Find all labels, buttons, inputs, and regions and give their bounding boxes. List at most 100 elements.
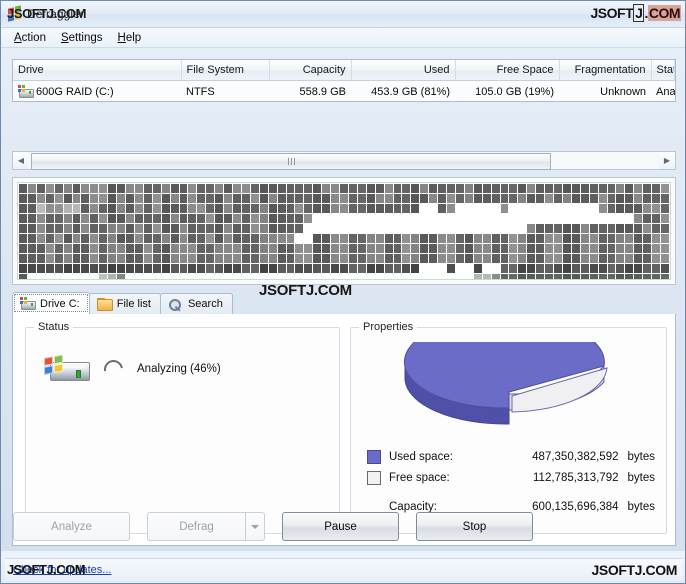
drive-map-block	[152, 244, 161, 253]
drive-map-block	[143, 274, 152, 279]
drive-map-block	[224, 234, 233, 243]
column-header-status[interactable]: Status	[651, 60, 675, 81]
drive-map-block	[482, 184, 491, 193]
drive-map-block	[126, 234, 134, 243]
drive-map-block	[90, 224, 99, 233]
drive-map-block	[438, 204, 447, 213]
legend-label-capacity: Capacity:	[389, 500, 437, 513]
drive-map-block	[250, 254, 259, 263]
drive-map-block	[259, 244, 268, 253]
drive-map-block	[188, 204, 197, 213]
drive-map-block	[545, 244, 554, 253]
drive-map-block	[634, 274, 643, 279]
drive-map-block	[241, 204, 250, 213]
drive-map-block	[117, 204, 125, 213]
drive-map-block	[536, 234, 545, 243]
drive-map-block	[340, 254, 348, 263]
drive-map-block	[72, 234, 81, 243]
drive-map-block	[117, 274, 125, 279]
drive-map-block	[464, 264, 473, 273]
drive-map-block	[268, 234, 277, 243]
drive-map-block	[616, 234, 625, 243]
drive-map-block	[99, 184, 108, 193]
column-header-drive[interactable]: Drive	[13, 60, 182, 81]
drive-map-block	[393, 234, 402, 243]
defrag-split-button[interactable]: Defrag	[147, 512, 265, 541]
drive-map-block	[554, 194, 562, 203]
menu-item-action[interactable]: Action	[7, 30, 54, 46]
check-for-updates-link[interactable]: Check for updates...	[13, 564, 111, 576]
menu-item-help[interactable]: Help	[111, 30, 150, 46]
drive-map-block	[554, 224, 562, 233]
drive-map-block	[188, 264, 197, 273]
drive-map-block	[643, 274, 652, 279]
tab-search[interactable]: Search	[159, 293, 233, 314]
drive-map-block	[589, 184, 598, 193]
column-header-capacity[interactable]: Capacity	[269, 60, 352, 81]
drive-map-block	[545, 274, 554, 279]
drive-list[interactable]: Drive File System Capacity Used Free Spa…	[12, 59, 676, 102]
drive-map-block	[589, 244, 598, 253]
defrag-dropdown-button[interactable]	[245, 512, 265, 541]
drive-map-block	[126, 204, 134, 213]
analyze-button[interactable]: Analyze	[13, 512, 130, 541]
cell-free-space: 105.0 GB (19%)	[455, 80, 559, 101]
drive-map-block	[473, 254, 482, 263]
drive-map-block	[143, 214, 152, 223]
scrollbar-thumb[interactable]	[31, 153, 551, 170]
column-header-used[interactable]: Used	[351, 60, 456, 81]
drive-map-block	[313, 204, 322, 213]
drive-map-block	[286, 204, 295, 213]
drive-map-block	[197, 224, 206, 233]
drive-map-block	[108, 274, 117, 279]
drive-map-block	[366, 264, 375, 273]
drive-map-block	[259, 204, 268, 213]
drive-map-block	[81, 184, 90, 193]
column-header-fragmentation[interactable]: Fragmentation	[559, 60, 652, 81]
drive-map-block	[152, 224, 161, 233]
tab-file-list[interactable]: File list	[88, 293, 161, 314]
drive-map-block	[571, 194, 580, 203]
drive-map-block	[188, 254, 197, 263]
stop-button[interactable]: Stop	[416, 512, 533, 541]
defrag-button[interactable]: Defrag	[147, 512, 245, 541]
drive-map-blocks[interactable]	[17, 182, 671, 280]
drive-map-block	[455, 264, 464, 273]
drive-map-block	[27, 184, 36, 193]
menu-item-settings[interactable]: Settings	[54, 30, 111, 46]
table-row[interactable]: 600G RAID (C:) NTFS 558.9 GB 453.9 GB (8…	[13, 80, 675, 101]
scroll-left-arrow-icon[interactable]: ◀	[13, 152, 29, 169]
horizontal-scrollbar[interactable]: ◀ ▶	[12, 151, 676, 170]
drive-map-block	[19, 204, 27, 213]
drive-map-block	[634, 204, 643, 213]
drive-map-block	[661, 274, 669, 279]
column-header-file-system[interactable]: File System	[181, 60, 270, 81]
cell-capacity: 558.9 GB	[269, 80, 351, 101]
drive-map-block	[536, 244, 545, 253]
drive-map-block	[348, 264, 357, 273]
drive-map-block	[250, 184, 259, 193]
drive-map-block	[152, 264, 161, 273]
drive-map-block	[661, 244, 669, 253]
drive-map-block	[491, 264, 500, 273]
drive-map-block	[277, 264, 286, 273]
status-bar: Check for updates...	[5, 558, 683, 580]
cell-used: 453.9 GB (81%)	[351, 80, 455, 101]
drive-map-block	[473, 224, 482, 233]
drive-map-block	[81, 224, 90, 233]
scroll-right-arrow-icon[interactable]: ▶	[659, 152, 675, 169]
drive-map-block	[607, 254, 616, 263]
drive-map-block	[402, 194, 411, 203]
column-header-free-space[interactable]: Free Space	[455, 60, 560, 81]
drive-map-block	[215, 204, 224, 213]
drive-map-block	[411, 224, 420, 233]
drive-map-block	[313, 254, 322, 263]
drive-map-block	[607, 214, 616, 223]
drive-map-block	[90, 244, 99, 253]
scrollbar-track[interactable]	[29, 152, 659, 170]
drive-map-block	[429, 234, 438, 243]
tab-drive-c[interactable]: Drive C:	[12, 292, 90, 314]
pause-button[interactable]: Pause	[282, 512, 399, 541]
drive-map-block	[554, 244, 562, 253]
busy-spinner-icon	[100, 355, 127, 383]
